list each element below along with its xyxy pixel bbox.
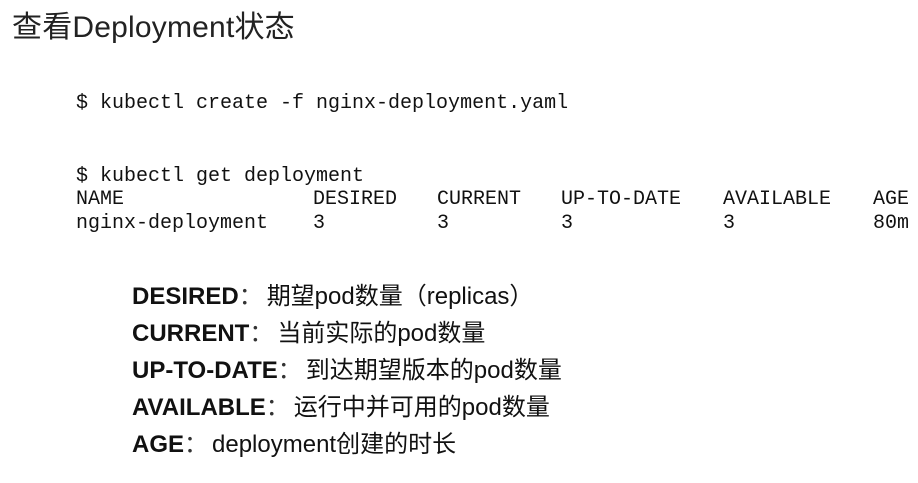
definition-separator: ： — [249, 320, 274, 347]
table-header-available: AVAILABLE — [723, 188, 832, 211]
deployment-table: NAME DESIRED CURRENT UP-TO-DATE AVAILABL… — [76, 188, 916, 236]
table-header-name: NAME — [76, 188, 125, 211]
definition-item: AGE： deployment创建的时长 — [132, 426, 562, 463]
page-title: 查看Deployment状态 — [12, 11, 295, 44]
get-command: $ kubectl get deployment — [76, 165, 365, 188]
definition-item: DESIRED： 期望pod数量（replicas） — [132, 278, 562, 315]
definition-text: 当前实际的pod数量 — [277, 320, 486, 347]
definition-item: AVAILABLE： 运行中并可用的pod数量 — [132, 389, 562, 426]
definition-item: CURRENT： 当前实际的pod数量 — [132, 315, 562, 352]
definition-text: 运行中并可用的pod数量 — [293, 394, 550, 421]
definition-separator: ： — [184, 431, 209, 458]
definition-term: CURRENT — [132, 320, 250, 347]
definition-separator: ： — [238, 283, 263, 310]
definitions-list: DESIRED： 期望pod数量（replicas） CURRENT： 当前实际的p… — [132, 278, 562, 463]
definition-text: 到达期望版本的pod数量 — [305, 357, 562, 384]
definition-term: AGE — [132, 431, 185, 458]
definition-separator: ： — [265, 394, 290, 421]
definition-item: UP-TO-DATE： 到达期望版本的pod数量 — [132, 352, 562, 389]
table-cell-current: 3 — [437, 212, 450, 235]
table-cell-up-to-date: 3 — [561, 212, 574, 235]
definition-term: DESIRED — [132, 283, 239, 310]
table-header-age: AGE — [873, 188, 910, 211]
table-row: nginx-deployment 3 3 3 3 80m — [76, 212, 909, 236]
table-cell-name: nginx-deployment — [76, 212, 269, 235]
definition-text: 期望pod数量（replicas） — [266, 283, 534, 310]
table-header-current: CURRENT — [437, 188, 522, 211]
table-header-up-to-date: UP-TO-DATE — [561, 188, 682, 211]
table-header-desired: DESIRED — [313, 188, 398, 211]
definition-text: deployment创建的时长 — [212, 431, 457, 458]
create-command: $ kubectl create -f nginx-deployment.yam… — [76, 92, 569, 115]
table-cell-desired: 3 — [313, 212, 326, 235]
definition-term: UP-TO-DATE — [132, 357, 278, 384]
definition-term: AVAILABLE — [132, 394, 266, 421]
table-cell-available: 3 — [723, 212, 736, 235]
table-cell-age: 80m — [873, 212, 910, 235]
table-header-row: NAME DESIRED CURRENT UP-TO-DATE AVAILABL… — [76, 188, 909, 212]
definition-separator: ： — [277, 357, 302, 384]
